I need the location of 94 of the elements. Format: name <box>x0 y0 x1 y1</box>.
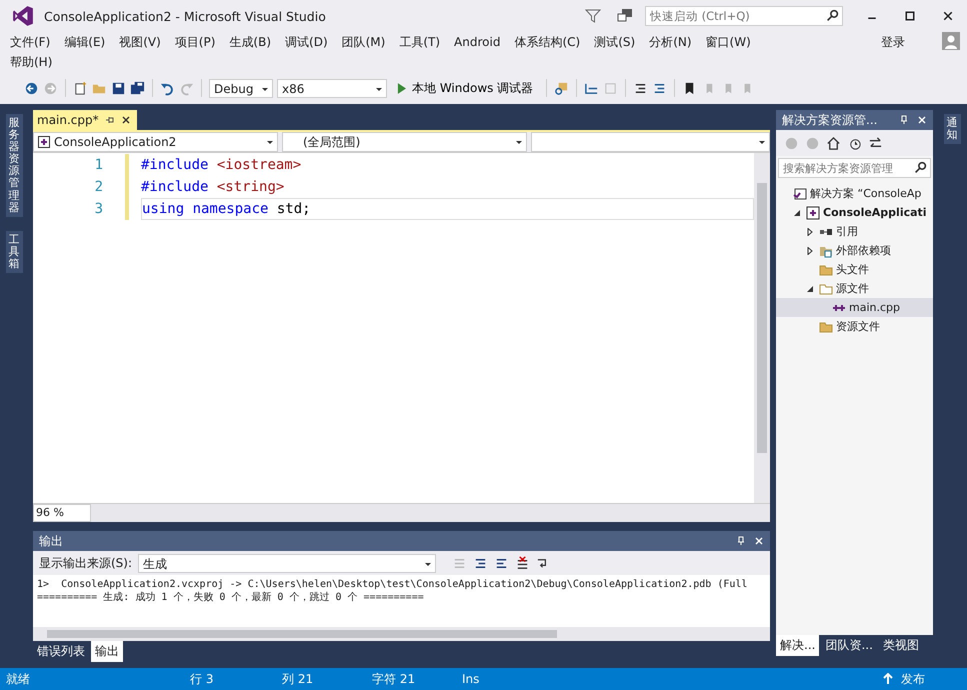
feedback-icon[interactable] <box>617 8 633 24</box>
zoom-dropdown[interactable]: 96 % <box>33 504 91 522</box>
folder-icon <box>819 320 833 334</box>
menu-item[interactable]: 生成(B) <box>229 32 278 52</box>
search-icon <box>914 161 927 174</box>
quick-launch-field[interactable]: 快速启动 (Ctrl+Q) <box>645 6 843 26</box>
menu-item[interactable]: 调试(D) <box>285 32 334 52</box>
visual-studio-logo-icon <box>12 5 34 27</box>
tree-item-label: 解决方案 “ConsoleAp <box>810 186 922 201</box>
up-arrow-icon <box>883 673 893 685</box>
menu-item[interactable]: Android <box>454 32 506 52</box>
tree-item-label: ConsoleApplicati <box>823 206 927 219</box>
close-icon[interactable] <box>120 115 131 125</box>
scope-dropdown[interactable]: (全局范围) <box>282 132 527 152</box>
folder-icon <box>819 282 833 296</box>
folder-icon <box>819 262 833 276</box>
pin-icon[interactable] <box>104 115 115 125</box>
filter-icon[interactable] <box>585 8 601 24</box>
platform-dropdown[interactable]: x86 <box>277 78 387 98</box>
tree-item-label: 源文件 <box>836 281 869 296</box>
tree-item[interactable]: 外部依赖项 <box>776 241 933 260</box>
tree-item[interactable]: 源文件 <box>776 279 933 298</box>
output-source-dropdown[interactable]: 生成 <box>138 554 436 572</box>
play-icon <box>397 82 406 94</box>
side-tab[interactable]: 工具箱 <box>6 230 22 274</box>
output-source-label: 显示输出来源(S): <box>39 554 132 572</box>
tree-item[interactable]: 资源文件 <box>776 317 933 336</box>
side-tab[interactable]: 通知 <box>944 114 960 144</box>
tree-item[interactable]: 头文件 <box>776 260 933 279</box>
document-tab[interactable]: main.cpp* <box>33 110 137 130</box>
line-number: 1 <box>94 157 104 173</box>
publish-button[interactable]: 发布 <box>877 670 931 688</box>
window-title: ConsoleApplication2 - Microsoft Visual Studio <box>44 8 326 24</box>
search-field[interactable]: 搜索解决方案资源管理 <box>778 158 931 178</box>
panel-title: 解决方案资源管... <box>782 112 878 128</box>
code-line: #include <string> <box>141 179 284 195</box>
collapse-arrow-icon[interactable] <box>793 208 803 216</box>
menu-item[interactable]: 团队(M) <box>342 32 392 52</box>
panel-title: 输出 <box>39 532 63 550</box>
code-line: #include <iostream> <box>141 157 302 173</box>
tree-item-label: 外部依赖项 <box>836 243 891 258</box>
menu-item[interactable]: 帮助(H) <box>10 52 58 72</box>
menu-item[interactable]: 分析(N) <box>649 32 698 52</box>
collapse-arrow-icon[interactable] <box>806 284 816 292</box>
menu-item[interactable]: 体系结构(C) <box>514 32 586 52</box>
menu-item[interactable]: 窗口(W) <box>706 32 757 52</box>
tree-item[interactable]: ConsoleApplicati <box>776 203 933 222</box>
save-all-icon[interactable] <box>130 80 145 96</box>
column-indicator: 列 21 <box>282 670 314 688</box>
project-icon <box>38 136 50 148</box>
menu-item[interactable]: 项目(P) <box>174 32 222 52</box>
output-line: 1> ConsoleApplication2.vcxproj -> C:\Users\helen\Desktop\test\ConsoleApplication2\Debug\ConsoleApplication2.pdb (Full <box>37 578 748 591</box>
tree-item[interactable]: 解决方案 “ConsoleAp <box>776 184 933 203</box>
menu-item[interactable]: 工具(T) <box>399 32 446 52</box>
document-tab-title: main.cpp* <box>37 113 99 127</box>
line-number: 3 <box>94 201 104 217</box>
maximize-icon[interactable] <box>904 10 916 22</box>
tree-item-label: 资源文件 <box>836 319 880 334</box>
char-indicator: 字符 21 <box>372 670 416 688</box>
menu-item[interactable]: 编辑(E) <box>64 32 112 52</box>
tree-item-label: 头文件 <box>836 262 869 277</box>
tree-item[interactable]: 引用 <box>776 222 933 241</box>
panel-tab[interactable]: 类视图 <box>878 635 923 656</box>
tree-item[interactable]: main.cpp <box>776 298 933 317</box>
find-icon[interactable] <box>554 80 570 96</box>
save-icon[interactable] <box>111 80 126 96</box>
panel-tab[interactable]: 输出 <box>91 641 123 662</box>
menu-item[interactable]: 视图(V) <box>119 32 167 52</box>
output-line: ========== 生成: 成功 1 个，失败 0 个，最新 0 个，跳过 0 个 ========== <box>37 591 425 604</box>
sign-in-link[interactable]: 登录 <box>881 34 905 51</box>
solution-icon <box>793 186 807 200</box>
close-icon[interactable] <box>942 10 954 22</box>
tree-item-label: 引用 <box>836 224 858 239</box>
panel-tab[interactable]: 解决... <box>776 635 820 656</box>
home-icon[interactable] <box>826 136 841 150</box>
search-icon <box>826 9 839 22</box>
side-tab[interactable]: 服务器资源管理器 <box>6 114 22 217</box>
horizontal-scrollbar[interactable] <box>33 627 770 641</box>
new-project-icon[interactable] <box>73 80 88 96</box>
insert-mode-indicator: Ins <box>462 672 480 686</box>
panel-tab[interactable]: 团队资... <box>821 635 877 656</box>
menu-item[interactable]: 文件(F) <box>10 32 56 52</box>
user-avatar-icon[interactable] <box>942 32 960 50</box>
line-indicator: 行 3 <box>190 670 214 688</box>
line-number: 2 <box>94 179 104 195</box>
status-text: 就绪 <box>6 670 31 688</box>
panel-tab[interactable]: 错误列表 <box>33 641 89 662</box>
project-dropdown[interactable]: ConsoleApplication2 <box>33 132 278 152</box>
project-icon <box>806 206 820 220</box>
tree-item-label: main.cpp <box>849 301 900 314</box>
configuration-dropdown[interactable]: Debug <box>209 78 273 98</box>
start-debugging-button[interactable]: 本地 Windows 调试器 <box>391 80 540 96</box>
vertical-scrollbar[interactable] <box>754 153 770 503</box>
menu-item[interactable]: 测试(S) <box>594 32 642 52</box>
